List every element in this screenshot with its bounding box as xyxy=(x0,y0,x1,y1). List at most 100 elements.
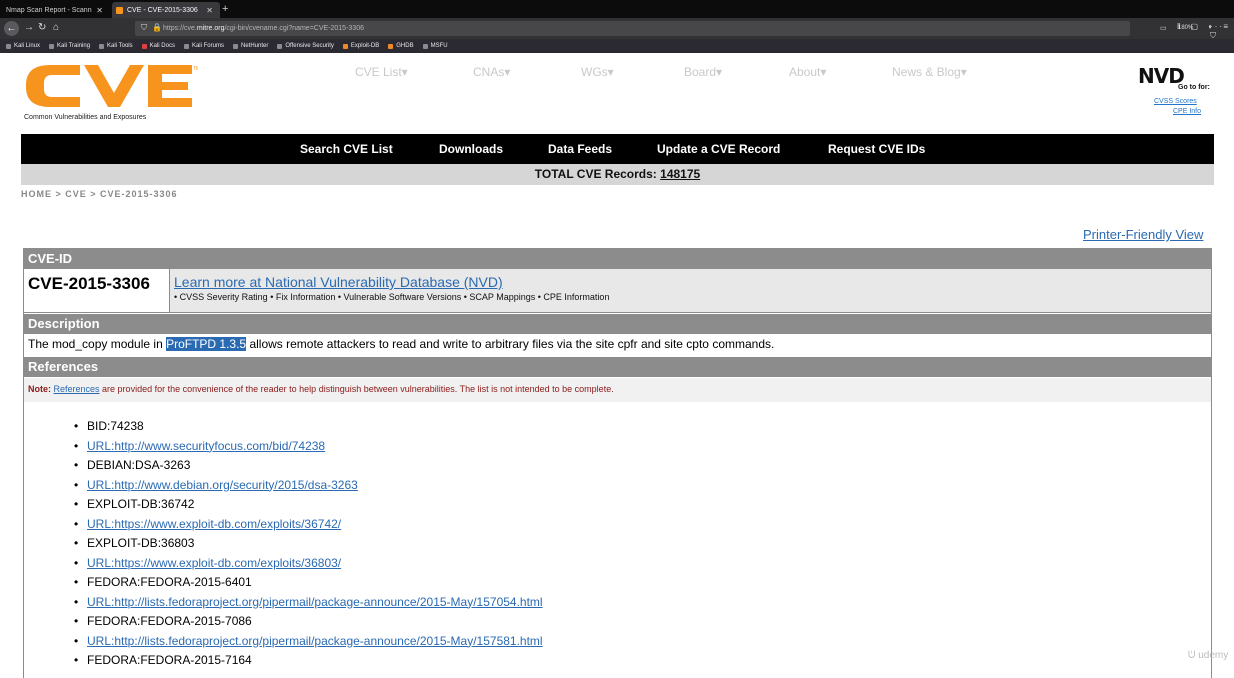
reference-item: FEDORA:FEDORA-2015-6401 xyxy=(74,573,543,593)
reference-url-item: URL:https://www.exploit-db.com/exploits/… xyxy=(74,515,543,535)
reference-link[interactable]: URL:http://www.debian.org/security/2015/… xyxy=(87,478,358,492)
nvd-learn-more-link[interactable]: Learn more at National Vulnerability Dat… xyxy=(174,274,503,290)
request-cve-ids-link[interactable]: Request CVE IDs xyxy=(828,142,925,156)
browser-tab-bar: Nmap Scan Report - Scann ✕ CVE - CVE-201… xyxy=(0,0,1234,18)
bookmark-item[interactable]: MSFU xyxy=(422,43,448,49)
cvss-scores-link[interactable]: CVSS Scores xyxy=(1154,98,1197,105)
close-tab-icon[interactable]: ✕ xyxy=(203,6,216,15)
svg-text:TM: TM xyxy=(193,66,198,72)
reference-link[interactable]: URL:http://www.securityfocus.com/bid/742… xyxy=(87,439,325,453)
reference-url-item: URL:https://www.exploit-db.com/exploits/… xyxy=(74,554,543,574)
reference-item: EXPLOIT-DB:36742 xyxy=(74,495,543,515)
new-tab-icon[interactable]: + xyxy=(222,2,228,16)
reload-icon[interactable]: ↻ xyxy=(38,22,46,34)
search-cve-list-link[interactable]: Search CVE List xyxy=(300,142,393,156)
lock-icon[interactable]: 🔒 xyxy=(152,22,162,34)
selected-text: ProFTPD 1.3.5 xyxy=(166,337,247,351)
nav-news-blog[interactable]: News & Blog▾ xyxy=(892,65,967,79)
total-records-count[interactable]: 148175 xyxy=(660,167,700,181)
bookmark-item[interactable]: Offensive Security xyxy=(277,43,334,49)
goto-label: Go to for: xyxy=(1178,84,1210,91)
reference-label: FEDORA:FEDORA-2015-6401 xyxy=(87,575,252,589)
reference-item: BID:74238 xyxy=(74,417,543,437)
back-arrow-icon[interactable]: ← xyxy=(4,21,19,36)
url-bar[interactable]: ⛉ 🔒 https://cve.mitre.org/cgi-bin/cvenam… xyxy=(135,21,1222,50)
references-header: References xyxy=(24,357,1211,377)
reference-label: FEDORA:FEDORA-2015-7086 xyxy=(87,614,252,628)
forward-arrow-icon[interactable]: → xyxy=(24,22,34,34)
reference-link[interactable]: URL:https://www.exploit-db.com/exploits/… xyxy=(87,517,341,531)
cve-record-table: CVE-ID CVE-2015-3306 Learn more at Natio… xyxy=(23,248,1212,678)
bookmarks-bar: Kali Linux Kali Training Kali Tools Kali… xyxy=(0,39,1234,53)
tab-cve[interactable]: CVE - CVE-2015-3306 ✕ xyxy=(112,2,220,18)
update-cve-record-link[interactable]: Update a CVE Record xyxy=(657,142,780,156)
total-records-label: TOTAL CVE Records: xyxy=(534,167,657,181)
nav-cnas[interactable]: CNAs▾ xyxy=(473,65,510,79)
reference-label: EXPLOIT-DB:36742 xyxy=(87,497,195,511)
cve-favicon-icon xyxy=(116,6,123,14)
bookmark-item[interactable]: NetHunter xyxy=(232,43,268,49)
udemy-watermark: ᕫ udemy xyxy=(1188,650,1229,661)
logo-subtitle: Common Vulnerabilities and Exposures xyxy=(24,114,147,121)
tab-nmap-report[interactable]: Nmap Scan Report - Scann ✕ xyxy=(2,2,110,18)
bookmark-item[interactable]: Kali Docs xyxy=(141,43,175,49)
nav-about[interactable]: About▾ xyxy=(789,65,826,79)
reference-item: FEDORA:FEDORA-2015-7164 xyxy=(74,651,543,671)
bookmark-item[interactable]: Exploit-DB xyxy=(342,43,379,49)
bookmark-item[interactable]: Kali Linux xyxy=(6,43,40,49)
toolbar-icons[interactable]: ‖ ▢ ◐ ≡ xyxy=(1177,22,1232,31)
bookmark-item[interactable]: Kali Training xyxy=(49,43,90,49)
reference-label: EXPLOIT-DB:36803 xyxy=(87,536,195,550)
description-text: The mod_copy module in ProFTPD 1.3.5 all… xyxy=(28,337,775,351)
reference-link[interactable]: URL:http://lists.fedoraproject.org/piper… xyxy=(87,595,543,609)
cve-id: CVE-2015-3306 xyxy=(28,274,150,293)
bookmark-item[interactable]: Kali Forums xyxy=(183,43,224,49)
references-link[interactable]: References xyxy=(54,384,100,394)
kali-icon xyxy=(183,43,189,49)
ghdb-icon xyxy=(388,43,394,49)
cve-id-cell: CVE-2015-3306 xyxy=(24,269,170,312)
cve-logo[interactable]: TM xyxy=(22,63,198,109)
nav-board[interactable]: Board▾ xyxy=(684,65,722,79)
main-nav-bar: Search CVE List Downloads Data Feeds Upd… xyxy=(21,134,1214,164)
kali-icon xyxy=(232,43,238,49)
breadcrumb: HOME > CVE > CVE-2015-3306 xyxy=(21,189,178,199)
references-list: BID:74238 URL:http://www.securityfocus.co… xyxy=(74,417,543,671)
reference-link[interactable]: URL:http://lists.fedoraproject.org/piper… xyxy=(87,634,543,648)
kali-icon xyxy=(6,43,11,49)
web-page: TM Common Vulnerabilities and Exposures … xyxy=(0,53,1234,678)
nav-cve-list[interactable]: CVE List▾ xyxy=(355,65,408,79)
exploit-db-icon xyxy=(342,43,348,49)
kali-icon xyxy=(49,43,55,49)
bookmark-item[interactable]: Kali Tools xyxy=(99,43,133,49)
reference-label: DEBIAN:DSA-3263 xyxy=(87,458,191,472)
cve-id-header: CVE-ID xyxy=(24,249,1211,269)
reference-link[interactable]: URL:https://www.exploit-db.com/exploits/… xyxy=(87,556,341,570)
cpe-info-link[interactable]: CPE Info xyxy=(1173,108,1201,115)
reference-label: BID:74238 xyxy=(87,419,144,433)
close-tab-icon[interactable]: ✕ xyxy=(93,6,106,15)
data-feeds-link[interactable]: Data Feeds xyxy=(548,142,612,156)
tab-title: CVE - CVE-2015-3306 xyxy=(127,6,198,14)
reference-item: DEBIAN:DSA-3263 xyxy=(74,456,543,476)
reference-url-item: URL:http://lists.fedoraproject.org/piper… xyxy=(74,632,543,652)
kali-icon xyxy=(99,43,105,49)
downloads-link[interactable]: Downloads xyxy=(439,142,503,156)
home-icon[interactable]: ⌂ xyxy=(53,22,59,34)
printer-friendly-link[interactable]: Printer-Friendly View xyxy=(1083,227,1203,242)
tab-title: Nmap Scan Report - Scann xyxy=(6,6,92,14)
cve-id-row: CVE-2015-3306 Learn more at National Vul… xyxy=(24,269,1211,313)
nav-wgs[interactable]: WGs▾ xyxy=(581,65,614,79)
bookmark-item[interactable]: GHDB xyxy=(388,43,414,49)
shield-icon[interactable]: ⛉ xyxy=(141,22,147,34)
reference-item: FEDORA:FEDORA-2015-7086 xyxy=(74,612,543,632)
browser-nav-bar: ← → ↻ ⌂ ⛉ 🔒 https://cve.mitre.org/cgi-bi… xyxy=(0,18,1234,50)
references-note: Note: References are provided for the co… xyxy=(24,378,1211,402)
reader-view-icon[interactable]: ▭ xyxy=(1160,23,1167,35)
reference-url-item: URL:http://www.securityfocus.com/bid/742… xyxy=(74,437,543,457)
reference-url-item: URL:http://www.debian.org/security/2015/… xyxy=(74,476,543,496)
kali-docs-icon xyxy=(141,43,147,49)
description-header: Description xyxy=(24,314,1211,334)
nvd-info-list: • CVSS Severity Rating • Fix Information… xyxy=(174,292,610,302)
nvd-logo[interactable]: NVD xyxy=(1138,64,1185,88)
